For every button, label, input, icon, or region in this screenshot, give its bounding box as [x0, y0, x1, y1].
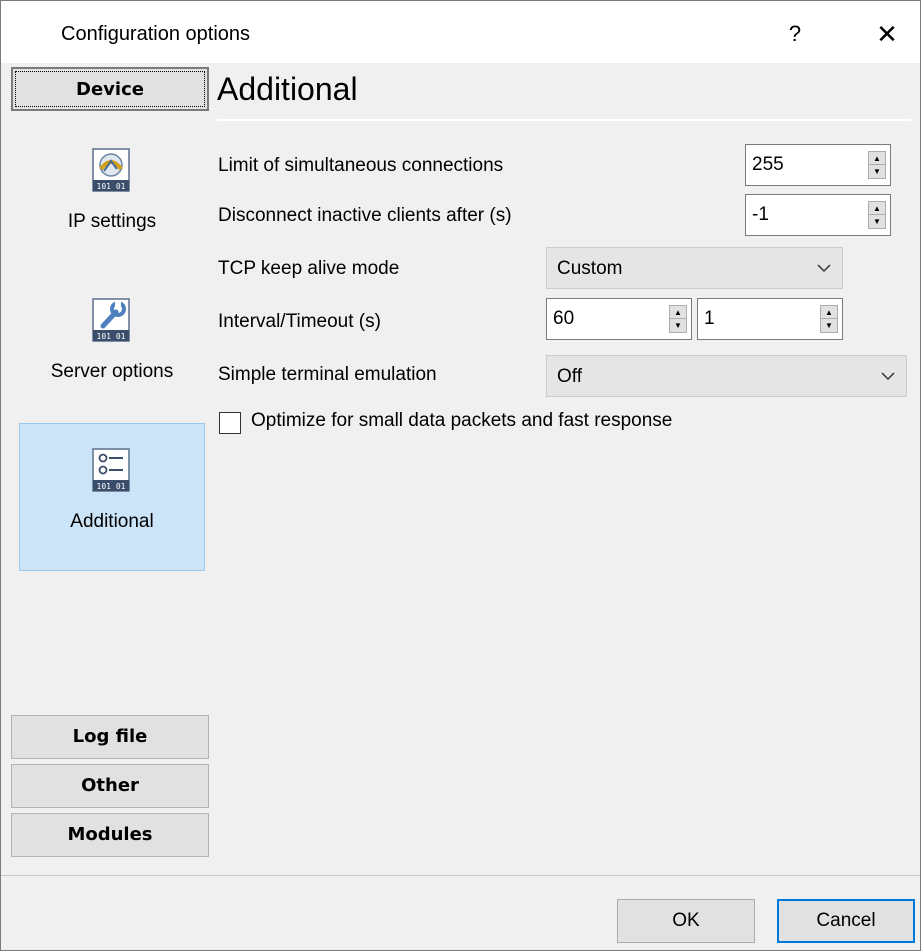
terminal-value: Off: [557, 366, 582, 387]
disconnect-label: Disconnect inactive clients after (s): [218, 205, 512, 226]
cancel-button[interactable]: Cancel: [777, 899, 915, 943]
options-list-icon: 101 01: [92, 448, 130, 492]
timeout-value: 1: [704, 308, 715, 329]
sidebar-item-label: Additional: [70, 511, 154, 532]
chevron-down-icon: [881, 372, 895, 381]
ok-button[interactable]: OK: [617, 899, 755, 943]
keepalive-label: TCP keep alive mode: [218, 258, 400, 279]
sidebar: Device 101 01 IP settings 101 01 Server …: [11, 67, 211, 863]
interval-value: 60: [553, 308, 575, 329]
svg-text:101 01: 101 01: [97, 482, 126, 491]
limit-connections-value: 255: [752, 154, 784, 175]
svg-text:101 01: 101 01: [97, 332, 126, 341]
disconnect-spinner[interactable]: -1 ▲ ▼: [745, 194, 891, 236]
limit-connections-label: Limit of simultaneous connections: [218, 155, 504, 176]
timeout-spinner[interactable]: 1 ▲ ▼: [697, 298, 843, 340]
spinner-arrows[interactable]: ▲ ▼: [868, 151, 886, 179]
keepalive-select[interactable]: Custom: [546, 247, 843, 289]
optimize-checkbox[interactable]: [219, 412, 241, 434]
group-device[interactable]: Device: [11, 67, 209, 111]
group-other[interactable]: Other: [11, 764, 209, 808]
svg-text:101 01: 101 01: [97, 182, 126, 191]
spin-up-icon[interactable]: ▲: [869, 202, 885, 215]
configuration-dialog: Configuration options ? ✕ Device 101 01 …: [0, 0, 921, 951]
sidebar-item-label: Server options: [50, 361, 174, 382]
spin-down-icon[interactable]: ▼: [869, 165, 885, 178]
footer-divider: [1, 875, 920, 876]
interval-label: Interval/Timeout (s): [218, 311, 381, 332]
interval-spinner[interactable]: 60 ▲ ▼: [546, 298, 692, 340]
spinner-arrows[interactable]: ▲ ▼: [669, 305, 687, 333]
spin-down-icon[interactable]: ▼: [821, 319, 837, 332]
group-log-file[interactable]: Log file: [11, 715, 209, 759]
spin-down-icon[interactable]: ▼: [670, 319, 686, 332]
spinner-arrows[interactable]: ▲ ▼: [868, 201, 886, 229]
network-ip-icon: 101 01: [92, 148, 130, 192]
title-bar: Configuration options ? ✕: [1, 1, 920, 63]
sidebar-item-label: IP settings: [67, 211, 157, 232]
page-title: Additional: [217, 71, 358, 107]
sidebar-item-additional[interactable]: 101 01 Additional: [19, 423, 205, 571]
terminal-select[interactable]: Off: [546, 355, 907, 397]
help-button[interactable]: ?: [769, 11, 821, 57]
spin-up-icon[interactable]: ▲: [670, 306, 686, 319]
title-divider: [217, 119, 911, 121]
keepalive-value: Custom: [557, 258, 623, 279]
spin-up-icon[interactable]: ▲: [821, 306, 837, 319]
close-button[interactable]: ✕: [861, 11, 913, 57]
optimize-label[interactable]: Optimize for small data packets and fast…: [251, 410, 672, 432]
disconnect-value: -1: [752, 204, 769, 225]
chevron-down-icon: [817, 264, 831, 273]
group-modules[interactable]: Modules: [11, 813, 209, 857]
window-title: Configuration options: [61, 23, 251, 45]
limit-connections-spinner[interactable]: 255 ▲ ▼: [745, 144, 891, 186]
wrench-icon: 101 01: [92, 298, 130, 342]
spin-down-icon[interactable]: ▼: [869, 215, 885, 228]
spinner-arrows[interactable]: ▲ ▼: [820, 305, 838, 333]
spin-up-icon[interactable]: ▲: [869, 152, 885, 165]
sidebar-item-ip-settings[interactable]: 101 01 IP settings: [19, 123, 205, 271]
terminal-label: Simple terminal emulation: [218, 364, 437, 385]
sidebar-item-server-options[interactable]: 101 01 Server options: [19, 273, 205, 421]
